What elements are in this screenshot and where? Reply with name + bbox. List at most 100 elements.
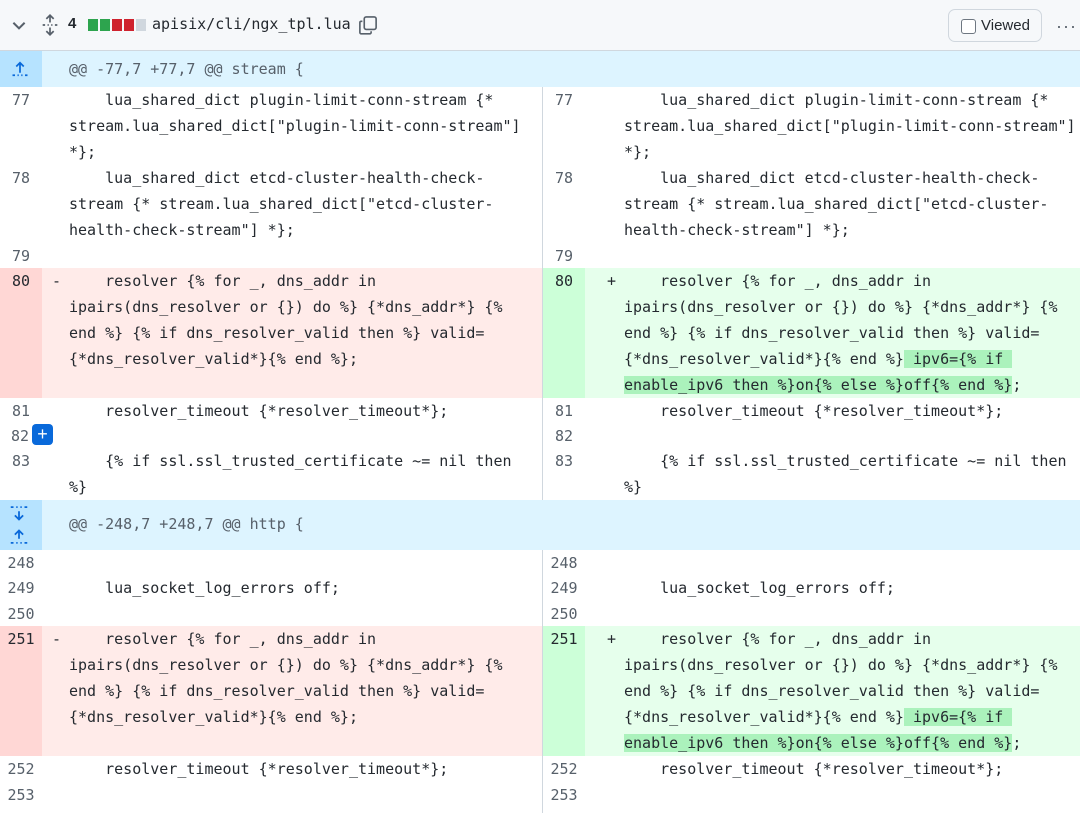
code-text: end %} {% if dns_resolver_valid then %} … — [69, 324, 485, 342]
diffstat-block — [112, 19, 122, 31]
diffstat-block — [124, 19, 134, 31]
line-number[interactable]: 83 — [543, 448, 585, 500]
left-line: 249 lua_socket_log_errors off; — [0, 575, 542, 601]
code-fragment: {*dns_resolver_valid*}{% end %} — [624, 350, 904, 368]
more-options-icon[interactable]: ··· — [1056, 16, 1077, 37]
expand-up-icon[interactable] — [10, 60, 30, 78]
line-number[interactable]: 253 — [0, 782, 42, 813]
expand-button[interactable] — [0, 500, 42, 550]
expand-all-icon[interactable] — [40, 14, 60, 36]
code-text: ipairs(dns_resolver or {}) do %} {*dns_a… — [624, 298, 1058, 316]
hunk-header: @@ -77,7 +77,7 @@ stream { — [0, 51, 1080, 87]
diff-row: 77 lua_shared_dict plugin-limit-conn-str… — [0, 87, 1080, 165]
code-text: lua_shared_dict plugin-limit-conn-stream… — [624, 91, 1049, 109]
line-number[interactable]: 249 — [543, 575, 585, 601]
line-number[interactable]: 78 — [543, 165, 585, 243]
line-number[interactable]: 252 — [543, 756, 585, 782]
added-highlight: enable_ipv6 then %}on{% else %}off{% end… — [624, 376, 1013, 394]
code-line: lua_shared_dict plugin-limit-conn-stream… — [624, 87, 1076, 165]
line-number[interactable]: 81 — [543, 398, 585, 423]
line-number[interactable]: 252 — [0, 756, 42, 782]
code-text: end %} {% if dns_resolver_valid then %} … — [69, 682, 485, 700]
file-path[interactable]: apisix/cli/ngx_tpl.lua — [152, 15, 351, 33]
line-number[interactable]: 81 — [0, 398, 42, 423]
left-line: 253 — [0, 782, 542, 813]
line-number[interactable]: 248 — [543, 550, 585, 575]
code-text: lua_shared_dict etcd-cluster-health-chec… — [69, 169, 485, 187]
add-comment-button[interactable]: + — [32, 424, 53, 445]
line-number[interactable]: 251 — [543, 626, 585, 756]
left-line: 81 resolver_timeout {*resolver_timeout*}… — [0, 398, 542, 423]
line-number[interactable]: 79 — [0, 243, 42, 268]
diff-row-changed: 251 - resolver {% for _, dns_addr in ipai… — [0, 626, 1080, 756]
code-text: enable_ipv6 then %}on{% else %}off{% end… — [624, 372, 1057, 398]
diffstat-block — [100, 19, 110, 31]
code-fragment: ; — [1012, 376, 1022, 394]
file-header: 4 apisix/cli/ngx_tpl.lua Viewed ··· — [0, 0, 1080, 51]
right-line: 252 resolver_timeout {*resolver_timeout*… — [543, 756, 1080, 782]
left-line: 77 lua_shared_dict plugin-limit-conn-str… — [0, 87, 542, 165]
left-line: 248 — [0, 550, 542, 575]
code-line: {% if ssl.ssl_trusted_certificate ~= nil… — [624, 448, 1067, 500]
code-text: {*dns_resolver_valid*}{% end %} ipv6={% … — [624, 346, 1057, 372]
expand-both-icon[interactable] — [8, 504, 30, 546]
line-number[interactable]: 79 — [543, 243, 585, 268]
left-line: 250 — [0, 601, 542, 626]
code-text: lua_shared_dict plugin-limit-conn-stream… — [69, 91, 494, 109]
line-number[interactable]: 82 — [543, 423, 585, 448]
checkbox-icon[interactable] — [961, 19, 976, 34]
plus-marker: + — [607, 272, 617, 290]
diff-row: 81 resolver_timeout {*resolver_timeout*}… — [0, 398, 1080, 423]
right-line: 81 resolver_timeout {*resolver_timeout*}… — [543, 398, 1080, 423]
code-text: health-check-stream"] *}; — [69, 221, 295, 239]
diff-row: 79 79 — [0, 243, 1080, 268]
line-number[interactable]: 249 — [0, 575, 42, 601]
right-line: 248 — [543, 550, 1080, 575]
code-line: resolver_timeout {*resolver_timeout*}; — [69, 760, 449, 778]
left-line: 78 lua_shared_dict etcd-cluster-health-c… — [0, 165, 542, 243]
code-text: stream.lua_shared_dict["plugin-limit-con… — [69, 117, 521, 135]
copy-icon[interactable] — [358, 14, 378, 36]
line-number[interactable]: 250 — [0, 601, 42, 626]
right-line: 83 {% if ssl.ssl_trusted_certificate ~= … — [543, 448, 1080, 500]
code-line: resolver_timeout {*resolver_timeout*}; — [69, 402, 449, 420]
code-line: resolver_timeout {*resolver_timeout*}; — [624, 760, 1004, 778]
chevron-down-icon[interactable] — [10, 16, 28, 34]
diff-row: 253 253 — [0, 782, 1080, 813]
right-line: 77 lua_shared_dict plugin-limit-conn-str… — [543, 87, 1080, 165]
viewed-checkbox[interactable]: Viewed — [948, 9, 1042, 42]
hunk-header-text: @@ -248,7 +248,7 @@ http { — [69, 515, 304, 533]
line-number[interactable]: 250 — [543, 601, 585, 626]
code-text: {% if ssl.ssl_trusted_certificate ~= nil… — [69, 452, 512, 470]
line-number[interactable]: 253 — [543, 782, 585, 813]
left-line: 79 — [0, 243, 542, 268]
code-line: resolver {% for _, dns_addr in ipairs(dns… — [624, 268, 1057, 398]
code-text: resolver {% for _, dns_addr in — [624, 630, 932, 648]
line-number[interactable]: 248 — [0, 550, 42, 575]
code-text: end %} {% if dns_resolver_valid then %} … — [624, 682, 1040, 700]
right-line: 249 lua_socket_log_errors off; — [543, 575, 1080, 601]
line-number[interactable]: 83 — [0, 448, 42, 500]
line-number[interactable]: 80 — [0, 268, 42, 398]
added-line: 80 + resolver {% for _, dns_addr in ipair… — [543, 268, 1080, 398]
code-text: *}; — [624, 143, 652, 161]
line-number[interactable]: 77 — [543, 87, 585, 165]
code-text: %} — [69, 478, 88, 496]
code-text: end %} {% if dns_resolver_valid then %} … — [624, 324, 1040, 342]
code-text: {*dns_resolver_valid*}{% end %}; — [69, 708, 358, 726]
line-number[interactable]: 78 — [0, 165, 42, 243]
code-text: health-check-stream"] *}; — [624, 221, 850, 239]
expand-up-button[interactable] — [0, 51, 42, 87]
code-line: lua_shared_dict plugin-limit-conn-stream… — [69, 87, 521, 165]
code-text: *}; — [69, 143, 97, 161]
diff-row: 82 82 — [0, 423, 1080, 448]
diffstat-block — [88, 19, 98, 31]
line-number[interactable]: 80 — [543, 268, 585, 398]
code-text: %} — [624, 478, 643, 496]
code-line: lua_socket_log_errors off; — [69, 579, 340, 597]
line-number[interactable]: 77 — [0, 87, 42, 165]
left-line: 252 resolver_timeout {*resolver_timeout*… — [0, 756, 542, 782]
line-number[interactable]: 251 — [0, 626, 42, 756]
code-text: ipairs(dns_resolver or {}) do %} {*dns_a… — [69, 656, 503, 674]
added-line: 251 + resolver {% for _, dns_addr in ipai… — [543, 626, 1080, 756]
